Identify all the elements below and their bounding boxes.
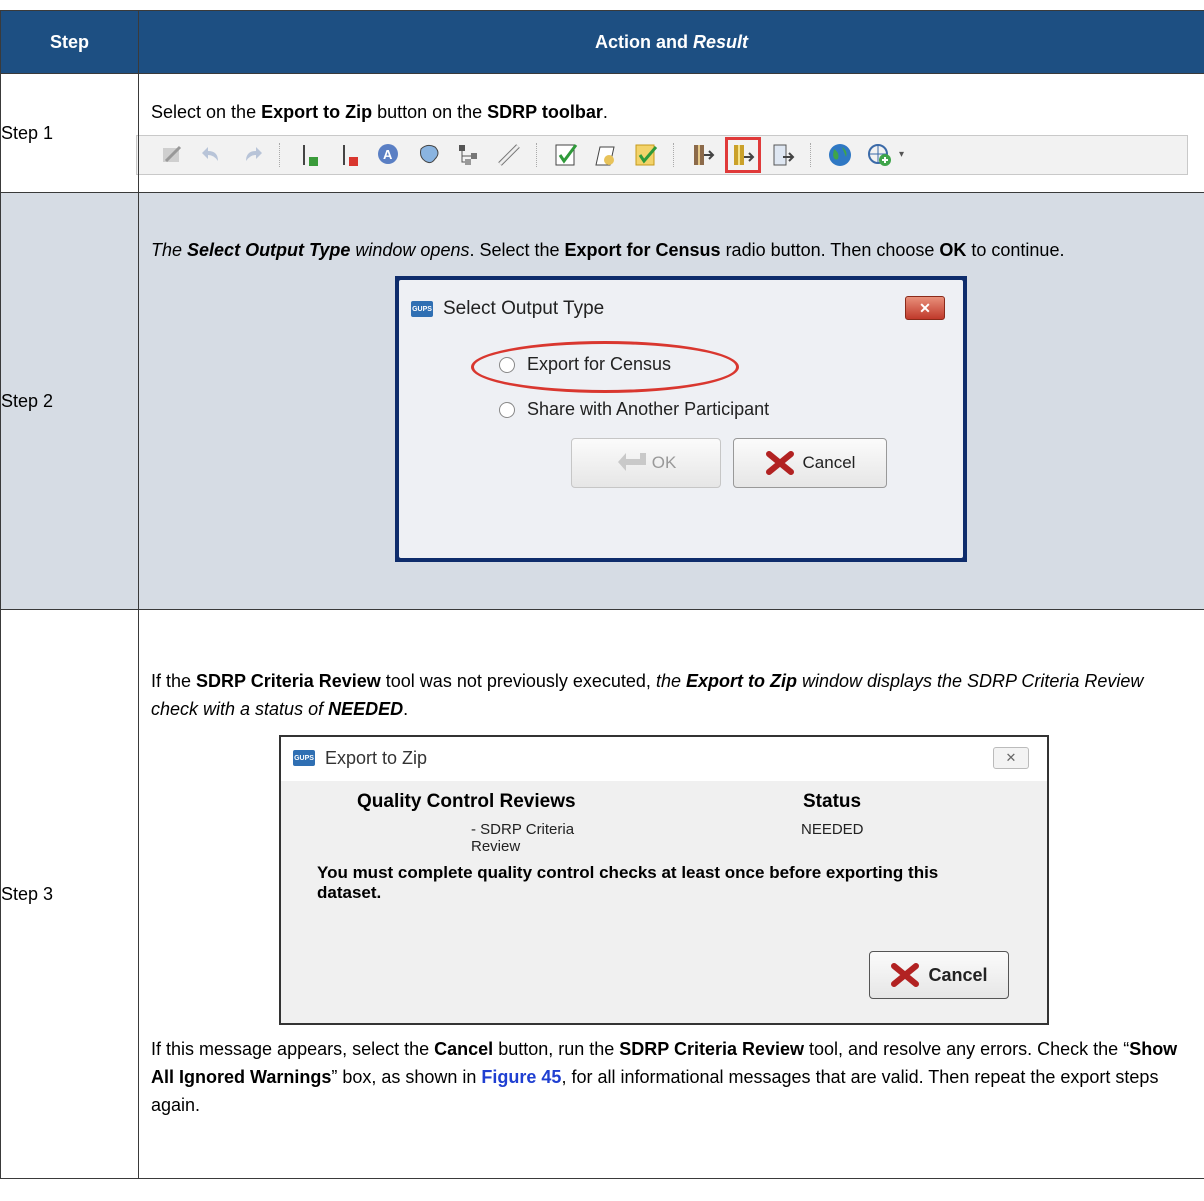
export-zip-icon[interactable] <box>725 136 761 173</box>
step-instruction: Select on the Export to Zip button on th… <box>151 101 608 122</box>
step-label: Step 1 <box>0 73 139 193</box>
toolbar-separator <box>810 142 813 167</box>
table-row: Step 2 The Select Output Type window ope… <box>0 192 1204 610</box>
undo-icon[interactable] <box>199 142 225 168</box>
step-label: Step 3 <box>0 609 139 1179</box>
radio-icon <box>499 401 515 418</box>
dialog-title: GUPS Select Output Type <box>411 298 605 319</box>
cancel-x-icon <box>765 451 794 475</box>
chevron-down-icon[interactable]: ▾ <box>899 149 904 160</box>
redo-icon[interactable] <box>239 142 265 168</box>
export-zip-dialog: GUPS Export to Zip ✕ Quality Control Revi… <box>279 735 1049 1025</box>
sdrp-toolbar: A ▾ <box>136 134 1188 175</box>
dialog-body: Quality Control Reviews Status - SDRP Cr… <box>281 781 1047 1023</box>
action-header: Action and Result <box>138 10 1204 74</box>
ruler-icon[interactable] <box>496 142 522 168</box>
cancel-x-icon <box>891 963 920 987</box>
status-header: Status <box>803 791 862 812</box>
qc-message: You must complete quality control checks… <box>317 863 939 902</box>
close-icon[interactable]: ✕ <box>993 747 1029 769</box>
step-label: Step 2 <box>0 192 139 610</box>
page-top-clip <box>0 0 1204 10</box>
hierarchy-icon[interactable] <box>456 142 482 168</box>
select-output-dialog: GUPS Select Output Type ✕ Export for Cens… <box>395 276 967 562</box>
edit-icon[interactable] <box>159 142 185 168</box>
svg-text:A: A <box>383 147 393 162</box>
import-zip-icon[interactable] <box>690 142 716 168</box>
step-content: If the SDRP Criteria Review tool was not… <box>138 609 1204 1179</box>
app-icon: GUPS <box>293 750 315 766</box>
annotation-icon[interactable]: A <box>376 142 402 168</box>
step-followup: If this message appears, select the Canc… <box>151 1039 1178 1115</box>
ok-button[interactable]: OK <box>571 438 721 488</box>
cancel-button[interactable]: Cancel <box>869 951 1009 999</box>
add-layer-icon[interactable] <box>296 142 322 168</box>
table-row: Step 1 Select on the Export to Zip butto… <box>0 73 1204 193</box>
table-header-row: Step Action and Result <box>0 10 1204 74</box>
close-icon[interactable]: ✕ <box>905 296 945 320</box>
status-value: NEEDED <box>801 821 864 838</box>
toolbar-separator <box>279 142 282 167</box>
qc-reviews-header: Quality Control Reviews <box>357 791 576 812</box>
highlight-oval <box>471 341 739 393</box>
dialog-title: GUPS Export to Zip <box>281 737 1047 779</box>
procedure-table: Step Action and Result Step 1 Select on … <box>0 10 1204 1179</box>
map-shape-icon[interactable] <box>416 142 442 168</box>
step-instruction: The Select Output Type window opens. Sel… <box>151 240 1065 260</box>
export-doc-icon[interactable] <box>770 142 796 168</box>
step-instruction: If the SDRP Criteria Review tool was not… <box>151 671 1144 719</box>
page-check-icon[interactable] <box>593 142 619 168</box>
arrow-icon <box>617 453 646 471</box>
cancel-button[interactable]: Cancel <box>733 438 887 488</box>
step-content: Select on the Export to Zip button on th… <box>136 73 1204 193</box>
step-header: Step <box>0 10 139 74</box>
add-globe-icon[interactable] <box>867 142 893 168</box>
figure-link[interactable]: Figure 45 <box>481 1067 561 1087</box>
share-participant-radio[interactable]: Share with Another Participant <box>499 399 769 420</box>
globe-icon[interactable] <box>827 142 853 168</box>
yellow-check-icon[interactable] <box>633 142 659 168</box>
remove-layer-icon[interactable] <box>336 142 362 168</box>
criteria-check-icon[interactable] <box>553 142 579 168</box>
step-content: The Select Output Type window opens. Sel… <box>138 192 1204 610</box>
toolbar-separator <box>673 142 676 167</box>
app-icon: GUPS <box>411 301 433 317</box>
table-row: Step 3 If the SDRP Criteria Review tool … <box>0 609 1204 1179</box>
toolbar-separator <box>536 142 539 167</box>
review-item: - SDRP Criteria Review <box>471 821 575 855</box>
